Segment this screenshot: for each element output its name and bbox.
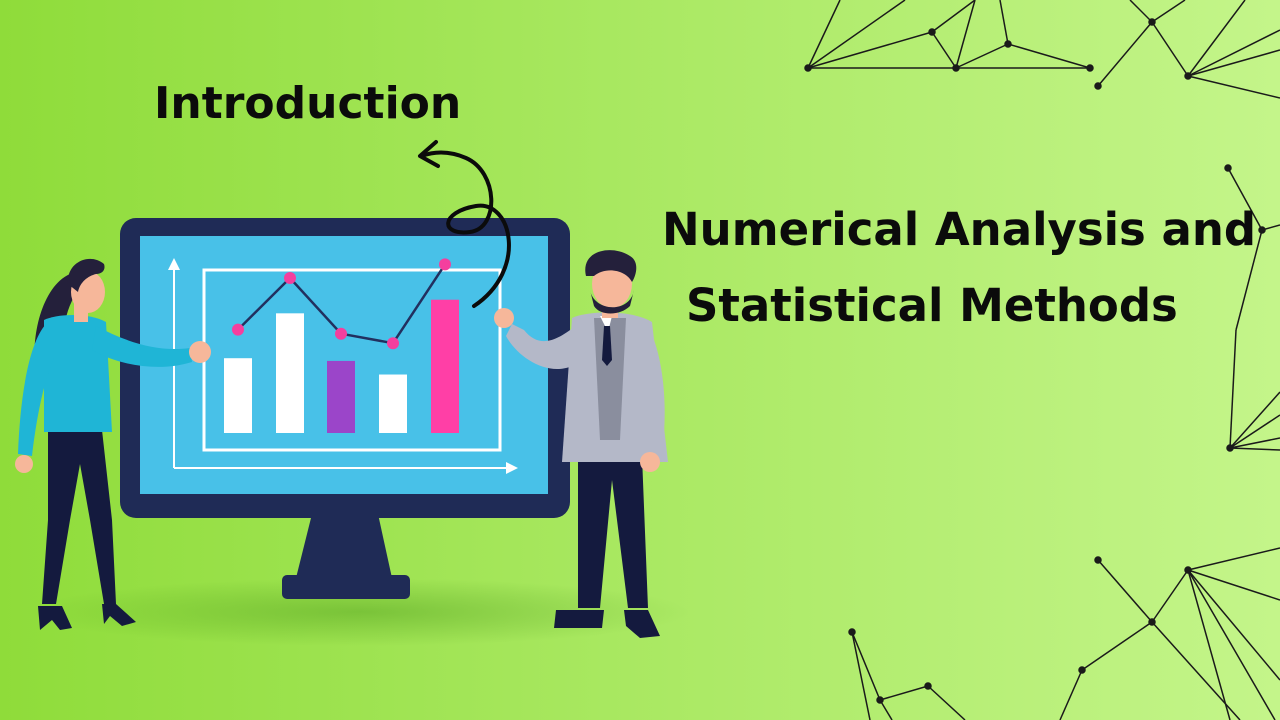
- chart-bar: [431, 299, 459, 433]
- main-title-line-2: Statistical Methods: [686, 279, 1178, 332]
- monitor-neck: [296, 514, 392, 578]
- man-pointing-hand: [494, 308, 514, 328]
- chart-trend-point: [284, 272, 296, 284]
- man-right-hand: [640, 452, 660, 472]
- main-title-line-1: Numerical Analysis and: [662, 203, 1257, 256]
- chart-trend-point: [439, 258, 451, 271]
- monitor-base: [282, 575, 410, 599]
- chart-bar: [379, 374, 407, 433]
- intro-title: Introduction: [154, 78, 462, 129]
- chart-trend-point: [387, 337, 399, 350]
- chart-bar: [327, 360, 355, 433]
- chart-bar: [224, 358, 252, 433]
- slide: Introduction Numerical Analysis and Stat…: [0, 0, 1280, 720]
- woman-right-hand: [189, 341, 211, 363]
- man-left-shoe: [554, 610, 604, 628]
- woman-left-hand: [15, 455, 33, 473]
- chart-bar: [276, 313, 304, 433]
- chart-trend-point: [335, 327, 347, 340]
- chart-trend-point: [232, 323, 244, 336]
